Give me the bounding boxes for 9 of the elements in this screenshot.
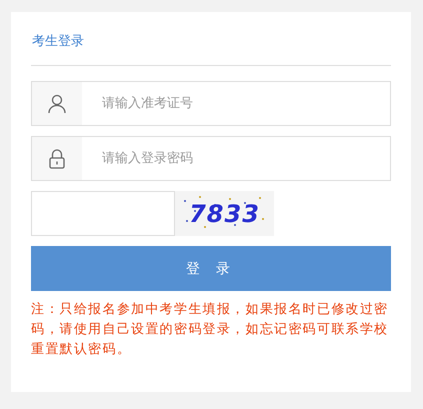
user-icon [48,94,66,114]
captcha-code: 7833 [189,200,260,228]
password-input-box[interactable]: 请输入登录密码 [31,136,391,181]
login-title: 考生登录 [32,33,85,51]
captcha-field[interactable] [31,191,175,236]
lock-icon [49,148,65,168]
username-input-box[interactable]: 请输入准考证号 [31,81,391,126]
notice-text: 注：只给报名参加中考学生填报，如果报名时已修改过密码，请使用自己设置的密码登录，如忘记密码可联系学校重置默认密码。 [31,301,390,359]
captcha-image[interactable]: 7833 [175,191,274,236]
